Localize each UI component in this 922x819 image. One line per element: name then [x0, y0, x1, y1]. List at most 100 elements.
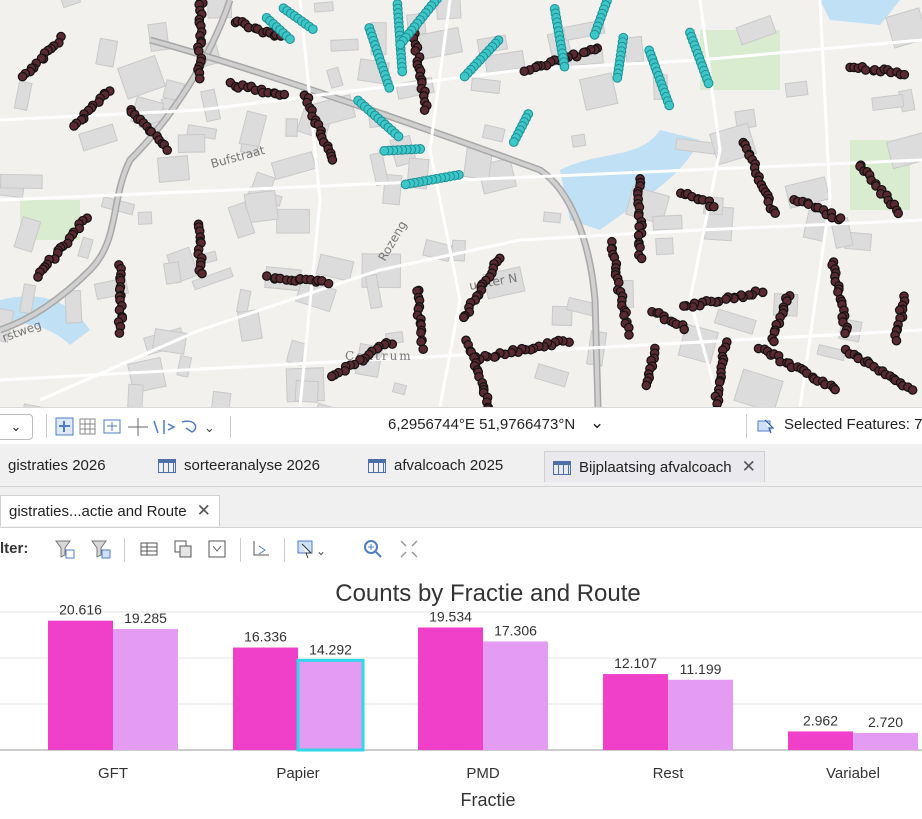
map-view[interactable]: Bufstraat Rozeng urster N rstweg Centrum — [0, 0, 922, 407]
building-footprint — [0, 173, 43, 190]
bar-gft-series-2[interactable] — [113, 629, 178, 750]
measure-icon — [153, 420, 176, 434]
feature-point — [840, 328, 850, 339]
map-status-bar: ⌄ ⌄ 6,2956744°E 51,9766473°N ⌄ Selected … — [0, 407, 922, 445]
x-axis-label: Fractie — [460, 790, 515, 810]
bar-papier-series-2[interactable] — [296, 658, 365, 752]
building-footprint — [313, 1, 334, 13]
selected-feature-point — [393, 131, 404, 142]
selected-feature-point — [508, 137, 519, 147]
data-label: 11.199 — [680, 661, 722, 677]
selected-feature-point — [612, 72, 623, 83]
tab-label: gistraties 2026 — [8, 457, 106, 474]
map-canvas[interactable]: Bufstraat Rozeng urster N rstweg Centrum — [0, 0, 922, 407]
feature-point — [323, 278, 334, 289]
data-label: 12.107 — [614, 655, 657, 671]
tab-label: afvalcoach 2025 — [394, 457, 504, 474]
selected-feature-point — [664, 100, 675, 111]
building-footprint — [151, 328, 188, 355]
x-tick-label: Rest — [653, 765, 685, 782]
export-icon[interactable] — [206, 538, 228, 560]
feature-point — [458, 312, 469, 323]
building-footprint — [64, 289, 83, 324]
sort-icon[interactable] — [250, 538, 272, 560]
building-footprint — [470, 77, 501, 95]
filter-extent-icon[interactable] — [54, 538, 76, 560]
data-label: 19.534 — [429, 608, 472, 624]
feature-point — [17, 71, 28, 82]
feature-point — [899, 69, 910, 80]
feature-point — [261, 271, 272, 281]
feature-point — [769, 336, 779, 347]
selected-feature-point — [400, 179, 411, 190]
bar-variabel-series-2[interactable] — [853, 732, 918, 750]
tab-afvalcoach-2025[interactable]: afvalcoach 2025 — [360, 451, 511, 481]
bar-pmd-series-2[interactable] — [483, 641, 548, 750]
building-footprint — [655, 237, 674, 256]
tab-chart[interactable]: gistraties...actie and Route ✕ — [0, 495, 220, 526]
bar-variabel-series-1[interactable] — [788, 731, 853, 750]
feature-point — [326, 371, 337, 382]
navigation-tools[interactable]: ⌄ — [54, 416, 254, 438]
data-label: 17.306 — [494, 622, 537, 638]
bar-rest-series-1[interactable] — [603, 674, 668, 750]
chart-panel: Counts by Fractie and Route 20.616 19.285… — [0, 572, 922, 814]
feature-point — [709, 201, 719, 212]
chart-tick-labels: GFT Papier PMD Rest Variabel — [98, 765, 880, 782]
building-footprint — [784, 80, 809, 98]
data-label: 20.616 — [59, 602, 102, 618]
tab-registraties-2026[interactable]: gistraties 2026 — [0, 451, 114, 481]
coordinate-readout: 6,2956744°E 51,9766473°N — [388, 416, 576, 433]
x-tick-label: GFT — [98, 765, 128, 782]
chart-toolbar: lter: ⌄ — [0, 528, 922, 572]
building-footprint — [330, 38, 359, 52]
chart-tab-strip: gistraties...actie and Route ✕ — [0, 487, 922, 528]
building-footprint — [127, 383, 144, 407]
feature-point — [418, 344, 429, 354]
feature-point — [891, 335, 902, 346]
selected-feature-point — [379, 145, 390, 156]
scale-dropdown[interactable]: ⌄ — [0, 414, 33, 440]
bar-gft-series-1[interactable] — [48, 620, 113, 750]
building-footprint — [285, 118, 299, 137]
selected-feature-point — [384, 82, 395, 93]
close-icon[interactable]: ✕ — [197, 501, 211, 520]
table-view-icon[interactable] — [138, 538, 160, 560]
building-footprint — [542, 211, 562, 224]
selected-feature-point — [307, 24, 318, 35]
selected-features-count[interactable]: Selected Features: 7 — [784, 416, 922, 433]
bar-chart[interactable]: Counts by Fractie and Route 20.616 19.285… — [0, 572, 922, 814]
grid-icon — [79, 418, 96, 435]
bar-rest-series-2[interactable] — [668, 679, 733, 750]
building-footprint — [294, 379, 320, 403]
building-footprint — [137, 211, 153, 225]
building-footprint — [571, 133, 587, 148]
selected-feature-point — [703, 78, 714, 89]
feature-point — [519, 66, 530, 77]
building-footprint — [578, 72, 619, 111]
feature-point — [419, 105, 430, 115]
coordinate-format-dropdown[interactable]: ⌄ — [590, 413, 604, 433]
selected-feature-point — [285, 34, 295, 44]
tab-sorteeranalyse-2026[interactable]: sorteeranalyse 2026 — [150, 451, 328, 481]
selected-feature-point — [459, 71, 470, 82]
feature-point — [635, 242, 645, 253]
chevron-down-icon: ⌄ — [204, 420, 215, 435]
bar-pmd-series-1[interactable] — [418, 627, 483, 750]
feature-point — [114, 328, 125, 338]
select-tool-icon[interactable]: ⌄ — [294, 538, 326, 560]
full-extent-icon[interactable] — [398, 538, 420, 560]
feature-point — [830, 384, 840, 395]
close-icon[interactable]: ✕ — [742, 457, 756, 476]
building-footprint — [276, 208, 310, 234]
tab-label: sorteeranalyse 2026 — [184, 457, 320, 474]
filter-selection-icon[interactable] — [90, 538, 112, 560]
chart-title: Counts by Fractie and Route — [335, 580, 641, 607]
svg-text:⌄: ⌄ — [316, 544, 326, 558]
tab-bijplaatsing-afvalcoach[interactable]: Bijplaatsing afvalcoach ✕ — [544, 451, 765, 482]
copy-chart-icon[interactable] — [172, 538, 194, 560]
bar-papier-series-1[interactable] — [233, 647, 298, 750]
feature-point — [279, 89, 290, 100]
feature-point — [33, 272, 43, 282]
zoom-in-icon[interactable] — [362, 538, 384, 560]
